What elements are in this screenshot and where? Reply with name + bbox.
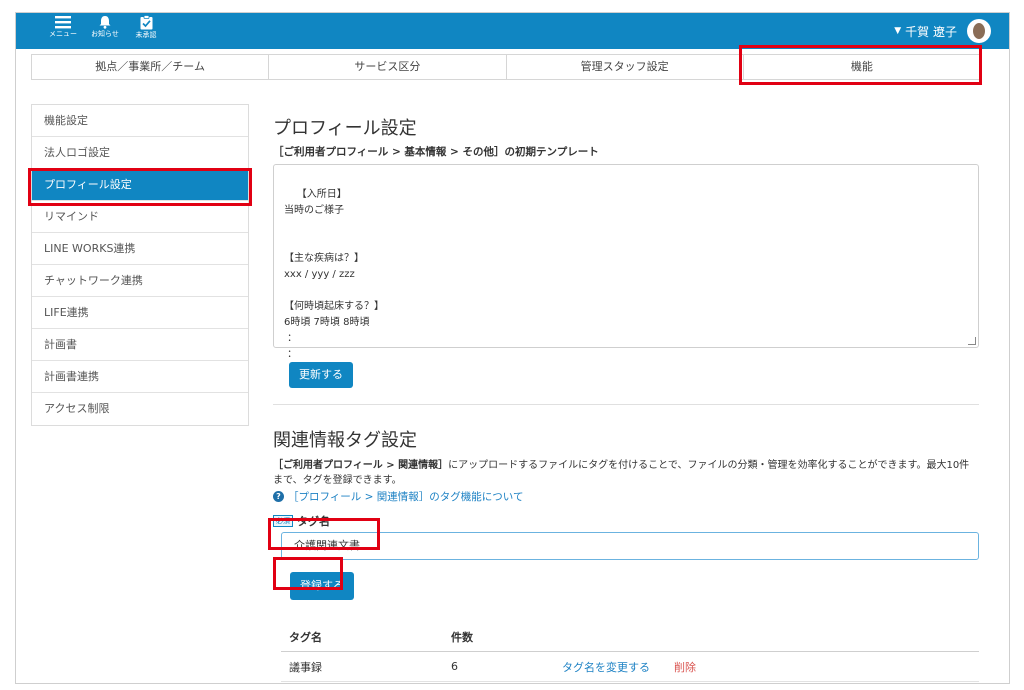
tag-name-label-row: 必須 タグ名 bbox=[273, 513, 330, 529]
required-badge: 必須 bbox=[273, 515, 293, 527]
top-bar: メニュー お知らせ 未承認 ▼ 千賀 遼子 bbox=[16, 13, 1009, 49]
sidebar-item-plan[interactable]: 計画書 bbox=[32, 329, 248, 361]
template-text: 【入所日】 当時のご様子 【主な疾病は？】 xxx / yyy / zzz 【何… bbox=[284, 189, 384, 360]
user-menu[interactable]: ▼ 千賀 遼子 bbox=[894, 19, 991, 43]
caret-down-icon: ▼ bbox=[894, 26, 902, 36]
tag-name-cell: 議事録 bbox=[289, 660, 322, 674]
notice-button[interactable]: お知らせ bbox=[88, 15, 122, 39]
menu-button[interactable]: メニュー bbox=[46, 15, 80, 39]
sidebar-item-line-works[interactable]: LINE WORKS連携 bbox=[32, 233, 248, 265]
question-circle-icon: ? bbox=[273, 491, 284, 502]
tag-table: タグ名 件数 議事録 6 タグ名を変更する 削除 bbox=[281, 622, 979, 682]
unapproved-label: 未承認 bbox=[135, 31, 157, 39]
bell-icon bbox=[99, 16, 111, 29]
sidebar-item-feature-settings[interactable]: 機能設定 bbox=[32, 105, 248, 137]
tag-help-link-text: ［プロフィール > 関連情報］のタグ機能について bbox=[288, 491, 524, 503]
table-header-row: タグ名 件数 bbox=[281, 622, 979, 652]
notice-label: お知らせ bbox=[91, 30, 119, 38]
column-header-count: 件数 bbox=[451, 630, 473, 644]
tag-help-link[interactable]: ? ［プロフィール > 関連情報］のタグ機能について bbox=[273, 489, 523, 504]
register-button[interactable]: 登録する bbox=[290, 572, 354, 600]
description-bold: ［ご利用者プロフィール > 関連情報］ bbox=[273, 460, 449, 471]
unapproved-button[interactable]: 未承認 bbox=[129, 15, 163, 40]
profile-settings-title: プロフィール設定 bbox=[273, 118, 417, 139]
resize-grip-icon[interactable] bbox=[968, 337, 976, 345]
profile-template-textarea[interactable]: 【入所日】 当時のご様子 【主な疾病は？】 xxx / yyy / zzz 【何… bbox=[273, 164, 979, 360]
sidebar: 機能設定 法人ロゴ設定 プロフィール設定 リマインド LINE WORKS連携 … bbox=[31, 104, 249, 426]
tag-settings-description: ［ご利用者プロフィール > 関連情報］にアップロードするファイルにタグを付けるこ… bbox=[273, 458, 979, 488]
sidebar-item-corporate-logo[interactable]: 法人ロゴ設定 bbox=[32, 137, 248, 169]
update-button[interactable]: 更新する bbox=[289, 362, 353, 388]
hamburger-icon bbox=[55, 16, 71, 29]
sidebar-item-profile-settings[interactable]: プロフィール設定 bbox=[32, 169, 248, 201]
avatar bbox=[967, 19, 991, 43]
tag-name-input[interactable]: 介護関連文書 bbox=[281, 532, 979, 560]
sidebar-item-remind[interactable]: リマインド bbox=[32, 201, 248, 233]
profile-template-subtitle: ［ご利用者プロフィール > 基本情報 > その他］の初期テンプレート bbox=[273, 146, 599, 158]
menu-label: メニュー bbox=[49, 30, 77, 38]
tab-staff-settings[interactable]: 管理スタッフ設定 bbox=[506, 55, 744, 79]
sidebar-item-access-control[interactable]: アクセス制限 bbox=[32, 393, 248, 425]
rename-tag-link[interactable]: タグ名を変更する bbox=[562, 659, 674, 675]
tag-settings-title: 関連情報タグ設定 bbox=[273, 430, 417, 451]
tag-name-input-value: 介護関連文書 bbox=[294, 539, 360, 552]
tab-service-category[interactable]: サービス区分 bbox=[269, 55, 507, 79]
sidebar-item-plan-integration[interactable]: 計画書連携 bbox=[32, 361, 248, 393]
settings-tabs: 拠点／事業所／チーム サービス区分 管理スタッフ設定 機能 bbox=[31, 54, 981, 80]
section-divider bbox=[273, 404, 979, 405]
tag-count-cell: 6 bbox=[451, 660, 458, 673]
sidebar-item-life[interactable]: LIFE連携 bbox=[32, 297, 248, 329]
table-row: 議事録 6 タグ名を変更する 削除 bbox=[281, 652, 979, 682]
tab-features[interactable]: 機能 bbox=[743, 55, 980, 79]
delete-tag-link[interactable]: 削除 bbox=[674, 659, 696, 675]
tag-name-label: タグ名 bbox=[297, 515, 330, 528]
column-header-tag-name: タグ名 bbox=[289, 630, 322, 644]
sidebar-item-chatwork[interactable]: チャットワーク連携 bbox=[32, 265, 248, 297]
tab-locations[interactable]: 拠点／事業所／チーム bbox=[32, 55, 270, 79]
user-name: 千賀 遼子 bbox=[905, 24, 957, 39]
clipboard-check-icon bbox=[140, 15, 152, 30]
